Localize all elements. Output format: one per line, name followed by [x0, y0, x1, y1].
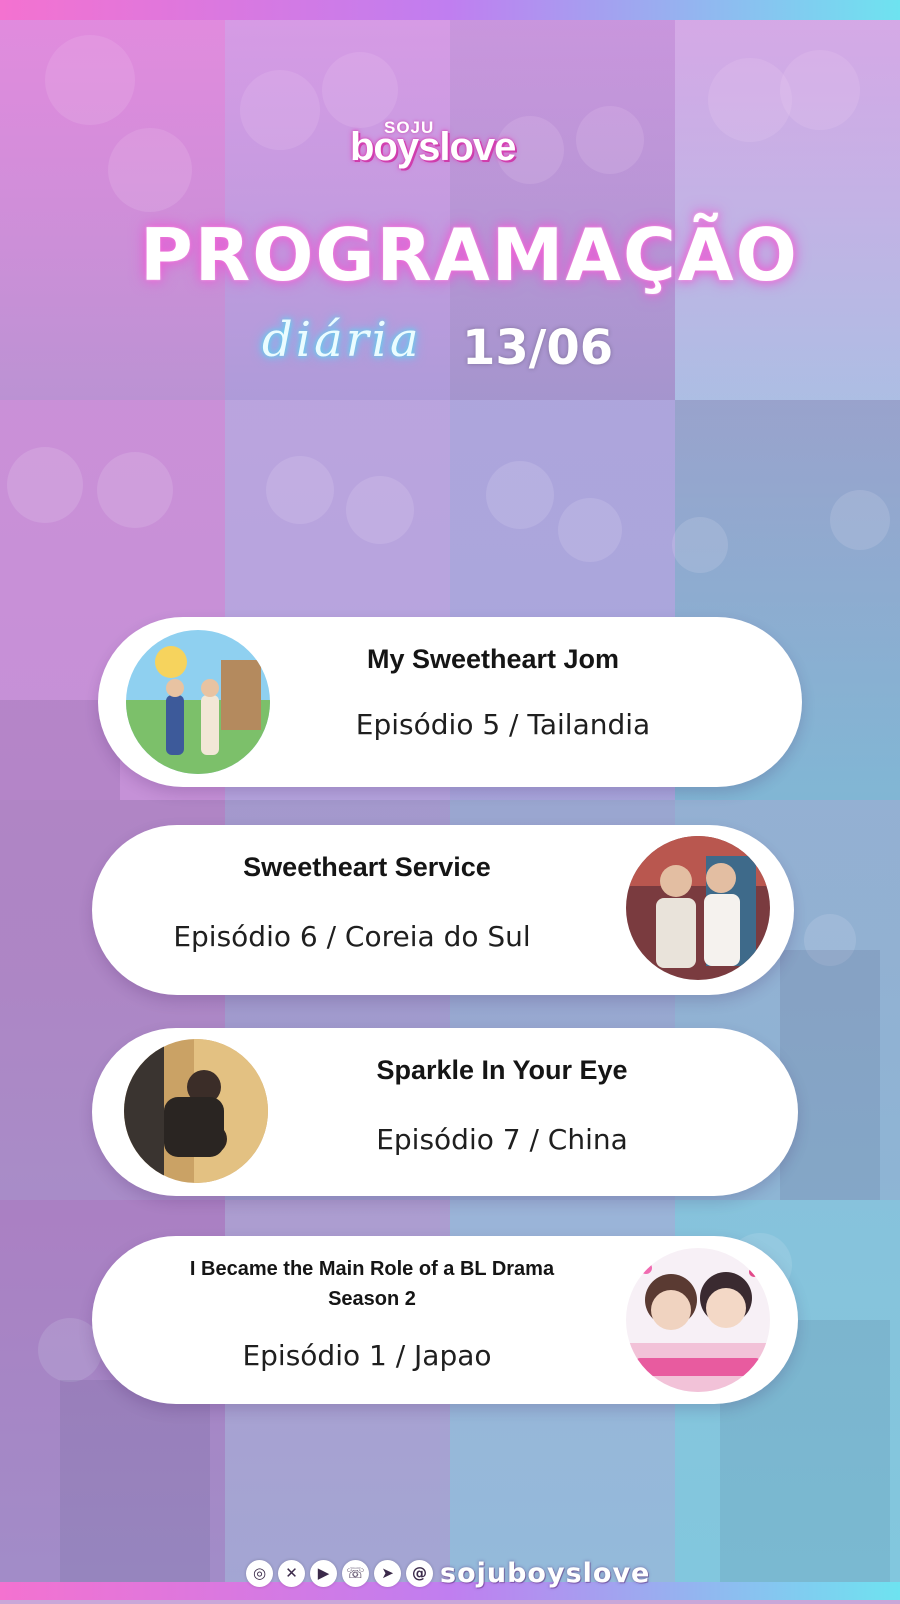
- show-poster-thumbnail: [124, 1039, 268, 1183]
- poster-image: [124, 1039, 268, 1183]
- youtube-icon[interactable]: ▶: [310, 1559, 337, 1587]
- episode-info: Episódio 7 / China: [376, 1123, 628, 1156]
- x-icon[interactable]: ✕: [278, 1559, 305, 1587]
- poster-image: [626, 1248, 770, 1392]
- poster-image: [626, 836, 770, 980]
- whatsapp-icon[interactable]: ☏: [342, 1559, 369, 1587]
- threads-icon[interactable]: @: [406, 1559, 433, 1587]
- show-poster-thumbnail: [626, 1248, 770, 1392]
- top-gradient-bar: [0, 0, 900, 20]
- page-subtitle: diária: [262, 312, 422, 368]
- schedule-card[interactable]: My Sweetheart Jom Episódio 5 / Tailandia: [98, 617, 802, 787]
- show-title: Sparkle In Your Eye: [376, 1055, 628, 1085]
- episode-info: Episódio 1 / Japao: [242, 1339, 492, 1372]
- show-title: Sweetheart Service: [243, 852, 491, 882]
- show-title-line2: Season 2: [328, 1288, 416, 1310]
- episode-info: Episódio 5 / Tailandia: [355, 708, 651, 741]
- schedule-card[interactable]: I Became the Main Role of a BL Drama Sea…: [92, 1236, 798, 1404]
- page-title: PROGRAMAÇÃO: [140, 213, 799, 297]
- episode-info: Episódio 6 / Coreia do Sul: [173, 920, 531, 953]
- social-handle[interactable]: sojuboyslove: [440, 1558, 650, 1589]
- brand-logo: boyslove: [350, 125, 516, 169]
- show-title: My Sweetheart Jom: [366, 644, 620, 674]
- show-title: I Became the Main Role of a BL Drama Sea…: [122, 1254, 622, 1314]
- poster-image: [126, 630, 270, 774]
- social-footer: ◎ ✕ ▶ ☏ ➤ @ sojuboyslove: [246, 1555, 666, 1591]
- show-poster-thumbnail: [126, 630, 270, 774]
- schedule-card[interactable]: Sparkle In Your Eye Episódio 7 / China: [92, 1028, 798, 1196]
- telegram-icon[interactable]: ➤: [374, 1559, 401, 1587]
- show-title-line1: I Became the Main Role of a BL Drama: [189, 1258, 555, 1280]
- schedule-card[interactable]: Sweetheart Service Episódio 6 / Coreia d…: [92, 825, 794, 995]
- show-poster-thumbnail: [626, 836, 770, 980]
- schedule-date: 13/06: [462, 320, 614, 376]
- instagram-icon[interactable]: ◎: [246, 1559, 273, 1587]
